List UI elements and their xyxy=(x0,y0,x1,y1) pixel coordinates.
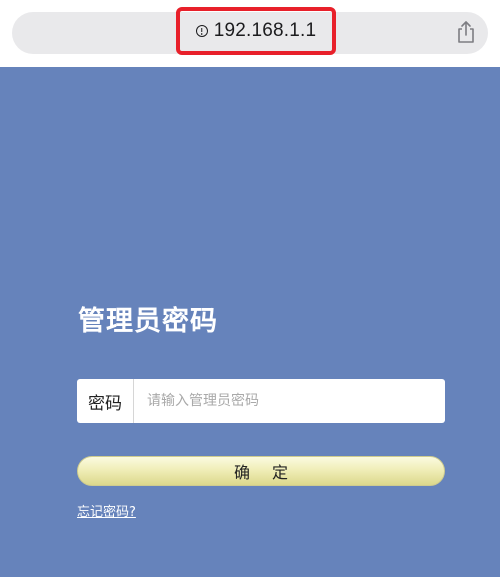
forgot-password-link[interactable]: 忘记密码? xyxy=(77,501,136,520)
browser-toolbar: 192.168.1.1 xyxy=(0,0,500,67)
page-title: 管理员密码 xyxy=(78,306,218,337)
login-page: 管理员密码 密码 确定 忘记密码? xyxy=(0,67,500,577)
password-input[interactable] xyxy=(134,379,445,423)
password-field[interactable]: 密码 xyxy=(77,379,445,423)
share-icon[interactable] xyxy=(455,20,477,44)
url-highlight[interactable]: 192.168.1.1 xyxy=(176,7,336,55)
info-icon[interactable] xyxy=(195,25,208,37)
confirm-button[interactable]: 确定 xyxy=(77,456,445,486)
password-label: 密码 xyxy=(77,379,134,423)
url-text[interactable]: 192.168.1.1 xyxy=(214,20,317,42)
